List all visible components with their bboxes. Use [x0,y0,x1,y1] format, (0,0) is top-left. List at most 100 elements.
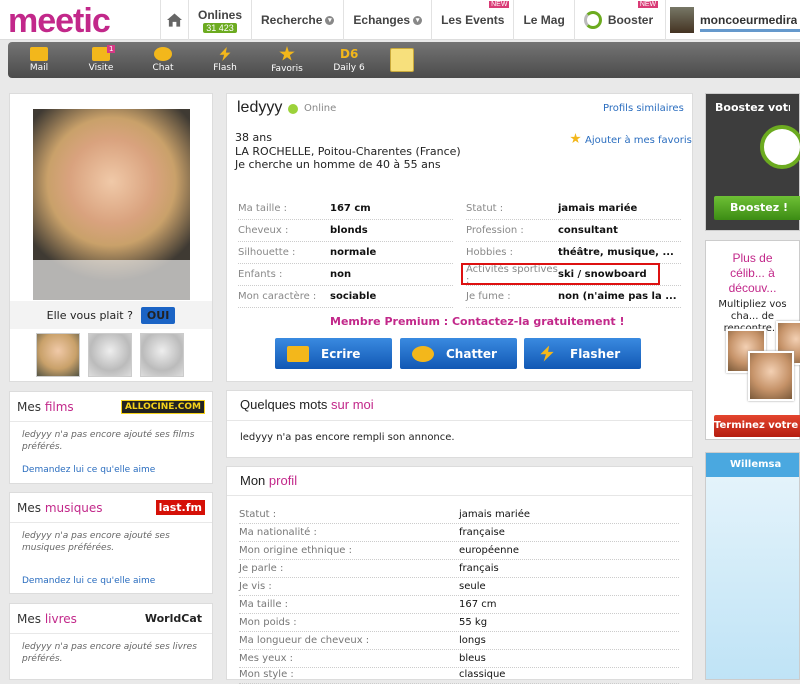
meetic-logo[interactable]: meetic [8,2,111,41]
profile-row-value: seule [459,581,486,592]
nav-recherche[interactable]: Recherche ▾ [251,0,343,40]
similar-profiles-link[interactable]: Profils similaires [603,103,684,114]
mon-profil-title-b: profil [268,473,298,488]
profile-row-value: jamais mariée [459,509,531,520]
boost-ad-title: Boostez votre vis... en quelques sec... [715,101,790,114]
profile-row: Ma taille : 167 cm [239,596,679,614]
photo-thumbnail[interactable] [140,333,184,377]
like-yes-button[interactable]: OUI [140,306,176,324]
attr-row: Cheveux : blonds [238,220,453,242]
finish-test-button[interactable]: Terminez votre te... [714,415,800,437]
nav-echanges-label: Echanges [353,13,411,27]
films-ask-link[interactable]: Demandez lui ce qu'elle aime [22,465,155,475]
attr-key: Mon caractère : [238,291,317,302]
nav-booster[interactable]: NEW Booster [573,0,662,40]
toolbar-mail[interactable]: Mail [8,42,70,78]
musiques-ask-link[interactable]: Demandez lui ce qu'elle aime [22,576,155,586]
profile-row-value: 55 kg [459,617,488,628]
toolbar-daily6[interactable]: D6 Daily 6 [318,42,380,78]
notepad-icon[interactable] [390,48,414,72]
nav-booster-label: Booster [607,13,654,27]
nav-onlines[interactable]: Onlines 31 423 [188,0,251,40]
profile-row: Mon style : classique [239,666,679,684]
profile-row: Mon poids : 55 kg [239,614,679,632]
photo-thumbnail[interactable] [36,333,80,377]
attr-key: Profession : [466,225,524,236]
toolbar-chat[interactable]: Chat [132,42,194,78]
highlight-box [461,263,660,285]
toolbar-flash[interactable]: Flash [194,42,256,78]
mon-profil-title-a: Mon [240,473,269,488]
top-nav: Onlines 31 423 Recherche ▾ Echanges ▾ NEW … [160,0,662,40]
flash-button-label: Flasher [570,346,621,361]
online-status-icon [288,104,298,114]
home-icon[interactable] [160,0,188,40]
attr-value: 167 cm [330,203,371,214]
attr-value: théâtre, musique, ... [558,247,674,258]
attr-key: Statut : [466,203,504,214]
envelope-icon [30,47,48,61]
films-header: Mes films ALLOCINE.COM [10,392,212,422]
films-title: Mes [17,399,45,414]
profile-row: Ma longueur de cheveux : longs [239,632,679,650]
worldcat-logo[interactable]: WorldCat [142,611,205,626]
attr-value: normale [330,247,377,258]
nav-events[interactable]: NEW Les Events [431,0,513,40]
profile-row-key: Mes yeux : [239,653,294,664]
photo-thumbnail[interactable] [88,333,132,377]
willemsa-ad[interactable]: Willemsa [705,452,800,680]
attr-row: Mon caractère : sociable [238,286,453,308]
nav-onlines-label: Onlines [198,7,243,22]
nav-recherche-label: Recherche [261,13,323,27]
profile-row-key: Mon poids : [239,617,297,628]
write-button[interactable]: Ecrire [275,338,392,369]
films-title-accent: films [44,399,74,414]
top-bar: meetic Onlines 31 423 Recherche ▾ Echange… [0,0,800,40]
add-favorite-label: Ajouter à mes favoris [585,135,692,146]
new-badge: NEW [489,1,510,8]
nav-echanges[interactable]: Echanges ▾ [343,0,431,40]
about-title-b: sur moi [331,397,374,412]
visite-badge: 1 [107,45,116,53]
livres-header: Mes livres WorldCat [10,604,212,634]
onlines-count: 31 423 [203,22,237,33]
flash-button[interactable]: Flasher [524,338,641,369]
about-text: ledyyy n'a pas encore rempli son annonce… [240,432,455,443]
envelope-icon [287,345,309,362]
celibataires-ad[interactable]: Plus de célib... à découv... Multipliez … [705,240,800,440]
musiques-panel: Mes musiques last.fm ledyyy n'a pas enco… [9,492,213,594]
divider [227,495,692,496]
musiques-empty-text: ledyyy n'a pas encore ajouté ses musique… [22,531,170,553]
profile-row-key: Ma nationalité : [239,527,317,538]
toolbar-flash-label: Flash [213,63,237,73]
profile-row-value: classique [459,669,506,680]
nav-mag-label: Le Mag [523,13,565,27]
toolbar-favoris[interactable]: Favoris [256,42,318,78]
profile-photo[interactable] [33,109,190,300]
nav-mag[interactable]: Le Mag [513,0,573,40]
user-menu[interactable]: moncoeurmedira [665,0,800,40]
profile-row-key: Je parle : [239,563,284,574]
attr-value: blonds [330,225,368,236]
allocine-logo[interactable]: ALLOCINE.COM [120,399,205,414]
musiques-header: Mes musiques last.fm [10,493,212,523]
gauge-icon [760,125,800,169]
profile-row-value: bleus [459,653,486,664]
toolbar-chat-label: Chat [152,63,174,73]
profile-row-key: Je vis : [239,581,272,592]
mon-profil-title: Mon profil [240,473,297,488]
toolbar-mail-label: Mail [29,63,49,73]
premium-contact-text: Membre Premium : Contactez-la gratuiteme… [330,315,625,328]
profile-name: ledyyy [237,99,283,116]
about-title-a: Quelques mots [240,397,332,412]
chat-button-label: Chatter [446,346,497,361]
boost-button[interactable]: Boostez ! [714,196,800,220]
gauge-icon [583,11,602,29]
toolbar-daily6-label: Daily 6 [333,63,365,73]
toolbar-visite[interactable]: 1 Visite [70,42,132,78]
chat-button[interactable]: Chatter [400,338,517,369]
lastfm-logo[interactable]: last.fm [155,500,205,515]
boost-ad[interactable]: Boostez votre vis... en quelques sec... … [705,93,800,231]
add-favorite-link[interactable]: Ajouter à mes favoris [570,133,692,146]
livres-panel: Mes livres WorldCat ledyyy n'a pas encor… [9,603,213,680]
